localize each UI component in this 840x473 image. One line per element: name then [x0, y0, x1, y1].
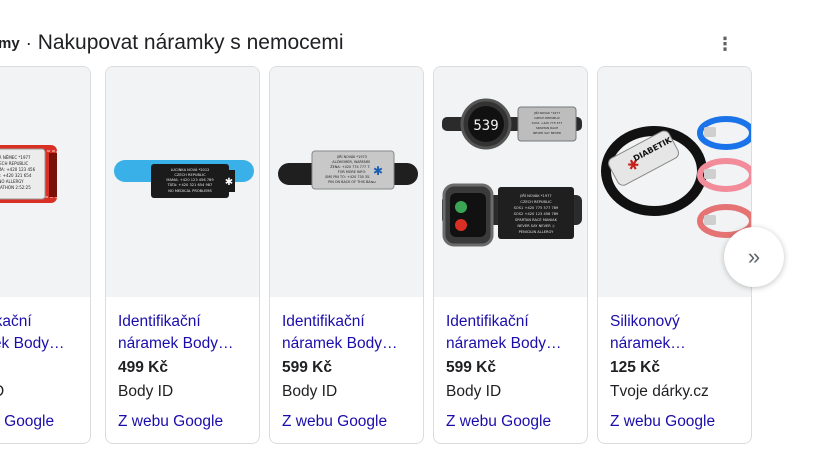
product-info: Identifikační náramek Body… Kč Body ID Z… [0, 311, 82, 433]
svg-text:CZECH REPUBLIC: CZECH REPUBLIC [520, 200, 552, 204]
product-title-line2[interactable]: náramek Body… [446, 333, 579, 355]
svg-text:PENICILIN ALLERGY: PENICILIN ALLERGY [519, 230, 554, 234]
blue-medical-bracelet-image: LUCINKA NOVÁ *2012 CZECH REPUBLIC MAMA: … [114, 160, 254, 198]
heading-prefix: my [0, 34, 20, 52]
heading-title: Nakupovat náramky s nemocemi [37, 31, 344, 54]
svg-text:NO MEDICAL PROBLEMS: NO MEDICAL PROBLEMS [168, 189, 212, 193]
svg-text:FOR MORE INFO:: FOR MORE INFO: [338, 170, 366, 174]
svg-text:TÁTA: +420 321 654 987: TÁTA: +420 321 654 987 [167, 182, 213, 187]
product-image: LUCINKA NOVÁ *2012 CZECH REPUBLIC MAMA: … [106, 67, 259, 297]
product-source-link[interactable]: Z webu Google [0, 411, 82, 433]
svg-text:NEVER SAY NEVER: NEVER SAY NEVER [533, 131, 561, 135]
more-options-icon[interactable]: ⋮ [712, 31, 738, 57]
product-info: Silikonový náramek… 125 Kč Tvoje dárky.c… [610, 311, 743, 433]
product-title-line1[interactable]: Identifikační [282, 311, 415, 333]
carousel-next-button[interactable]: » [724, 227, 784, 287]
product-title-line2[interactable]: náramek Body… [282, 333, 415, 355]
svg-text:SOS1 +420 775 577 789: SOS1 +420 775 577 789 [514, 206, 559, 210]
svg-text:CZECH REPUBLIC: CZECH REPUBLIC [174, 173, 206, 177]
section-heading: my · Nakupovat náramky s nemocemi [0, 28, 343, 58]
svg-text:PETR NĚMEC *1977: PETR NĚMEC *1977 [0, 155, 31, 160]
smartwatch-bracelet-image: 539 JIŘÍ NOVÁK *1977 CZECH REPUBLIC SOS1… [442, 98, 582, 247]
product-card[interactable]: 539 JIŘÍ NOVÁK *1977 CZECH REPUBLIC SOS1… [433, 66, 588, 444]
product-seller: Body ID [0, 381, 82, 403]
product-image: PETR NĚMEC *1977 CZECH REPUBLIC ASTHMA: … [0, 67, 90, 297]
red-medical-bracelet-image: PETR NĚMEC *1977 CZECH REPUBLIC ASTHMA: … [0, 145, 58, 203]
svg-text:SPARTAN RACE MANIAK: SPARTAN RACE MANIAK [515, 218, 558, 222]
svg-text:SPARTAN RACE: SPARTAN RACE [536, 126, 558, 130]
product-source-link[interactable]: Z webu Google [282, 411, 415, 433]
svg-text:CZECH REPUBLIC: CZECH REPUBLIC [534, 116, 560, 120]
product-title-line2[interactable]: náramek Body… [118, 333, 251, 355]
svg-text:✱: ✱ [373, 164, 383, 178]
svg-text:JIŘÍ NOVÁK *1977: JIŘÍ NOVÁK *1977 [533, 110, 560, 115]
svg-text:✱: ✱ [225, 177, 233, 188]
svg-text:TATA: +420 321 654: TATA: +420 321 654 [0, 173, 32, 178]
product-info: Identifikační náramek Body… 599 Kč Body … [446, 311, 579, 433]
svg-text:CZECH REPUBLIC: CZECH REPUBLIC [0, 161, 29, 166]
product-carousel: PETR NĚMEC *1977 CZECH REPUBLIC ASTHMA: … [0, 66, 840, 444]
product-source-link[interactable]: Z webu Google [446, 411, 579, 433]
svg-text:SOS1 +420 775 577: SOS1 +420 775 577 [532, 121, 563, 125]
svg-text:JIŘÍ NOVÁK *1973: JIŘÍ NOVÁK *1973 [336, 154, 367, 159]
product-info: Identifikační náramek Body… 499 Kč Body … [118, 311, 251, 433]
shopping-carousel-section: my · Nakupovat náramky s nemocemi ⋮ PETR… [0, 0, 840, 473]
product-source-link[interactable]: Z webu Google [610, 411, 743, 433]
product-title-line2[interactable]: náramek Body… [0, 333, 82, 355]
black-medical-bracelet-image: JIŘÍ NOVÁK *1973 ALZHEIMER, WARFARIN ŽEN… [278, 150, 418, 190]
product-image: JIŘÍ NOVÁK *1973 ALZHEIMER, WARFARIN ŽEN… [270, 67, 423, 297]
svg-text:ŽENA: +420 774 777 720: ŽENA: +420 774 777 720 [330, 164, 373, 169]
product-seller: Body ID [282, 383, 338, 400]
svg-text:LUCINKA NOVÁ *2012: LUCINKA NOVÁ *2012 [171, 167, 210, 172]
product-price: 499 Kč [118, 359, 168, 376]
heading-separator: · [25, 32, 32, 53]
product-image: 539 JIŘÍ NOVÁK *1977 CZECH REPUBLIC SOS1… [434, 67, 587, 297]
svg-text:ASTHMA: +420 123 456: ASTHMA: +420 123 456 [0, 167, 36, 172]
svg-text:SOS2 +420 123 456 789: SOS2 +420 123 456 789 [514, 212, 559, 216]
product-price: 125 Kč [610, 359, 660, 376]
double-chevron-right-icon: » [747, 244, 761, 269]
product-seller: Body ID [446, 383, 502, 400]
product-price: 599 Kč [446, 359, 496, 376]
product-title-line2[interactable]: náramek… [610, 333, 743, 355]
product-card[interactable]: JIŘÍ NOVÁK *1973 ALZHEIMER, WARFARIN ŽEN… [269, 66, 424, 444]
svg-text:NEVER SAY NEVER :): NEVER SAY NEVER :) [517, 224, 555, 228]
svg-text:MARATHON 2:52:25: MARATHON 2:52:25 [0, 185, 31, 190]
svg-text:JIŘÍ NOVÁK *1977: JIŘÍ NOVÁK *1977 [519, 193, 551, 198]
product-seller: Tvoje dárky.cz [610, 383, 709, 400]
product-seller: Body ID [118, 383, 174, 400]
product-price: Kč [0, 357, 82, 379]
product-info: Identifikační náramek Body… 599 Kč Body … [282, 311, 415, 433]
product-title-line1[interactable]: Identifikační [0, 311, 82, 333]
product-price: 599 Kč [282, 359, 332, 376]
product-title-line1[interactable]: Identifikační [118, 311, 251, 333]
svg-text:539: 539 [473, 118, 498, 134]
svg-text:MAMA: +420 123 456 789: MAMA: +420 123 456 789 [166, 178, 214, 182]
product-title-line1[interactable]: Silikonový [610, 311, 743, 333]
product-card[interactable]: PETR NĚMEC *1977 CZECH REPUBLIC ASTHMA: … [0, 66, 91, 444]
svg-text:ALZHEIMER, WARFARIN: ALZHEIMER, WARFARIN [332, 160, 372, 164]
product-card[interactable]: LUCINKA NOVÁ *2012 CZECH REPUBLIC MAMA: … [105, 66, 260, 444]
svg-text:PIN ON BACK OF THIS BAND: PIN ON BACK OF THIS BAND [328, 180, 376, 184]
svg-text:NO ALLERGY: NO ALLERGY [0, 179, 24, 184]
product-title-line1[interactable]: Identifikační [446, 311, 579, 333]
product-source-link[interactable]: Z webu Google [118, 411, 251, 433]
